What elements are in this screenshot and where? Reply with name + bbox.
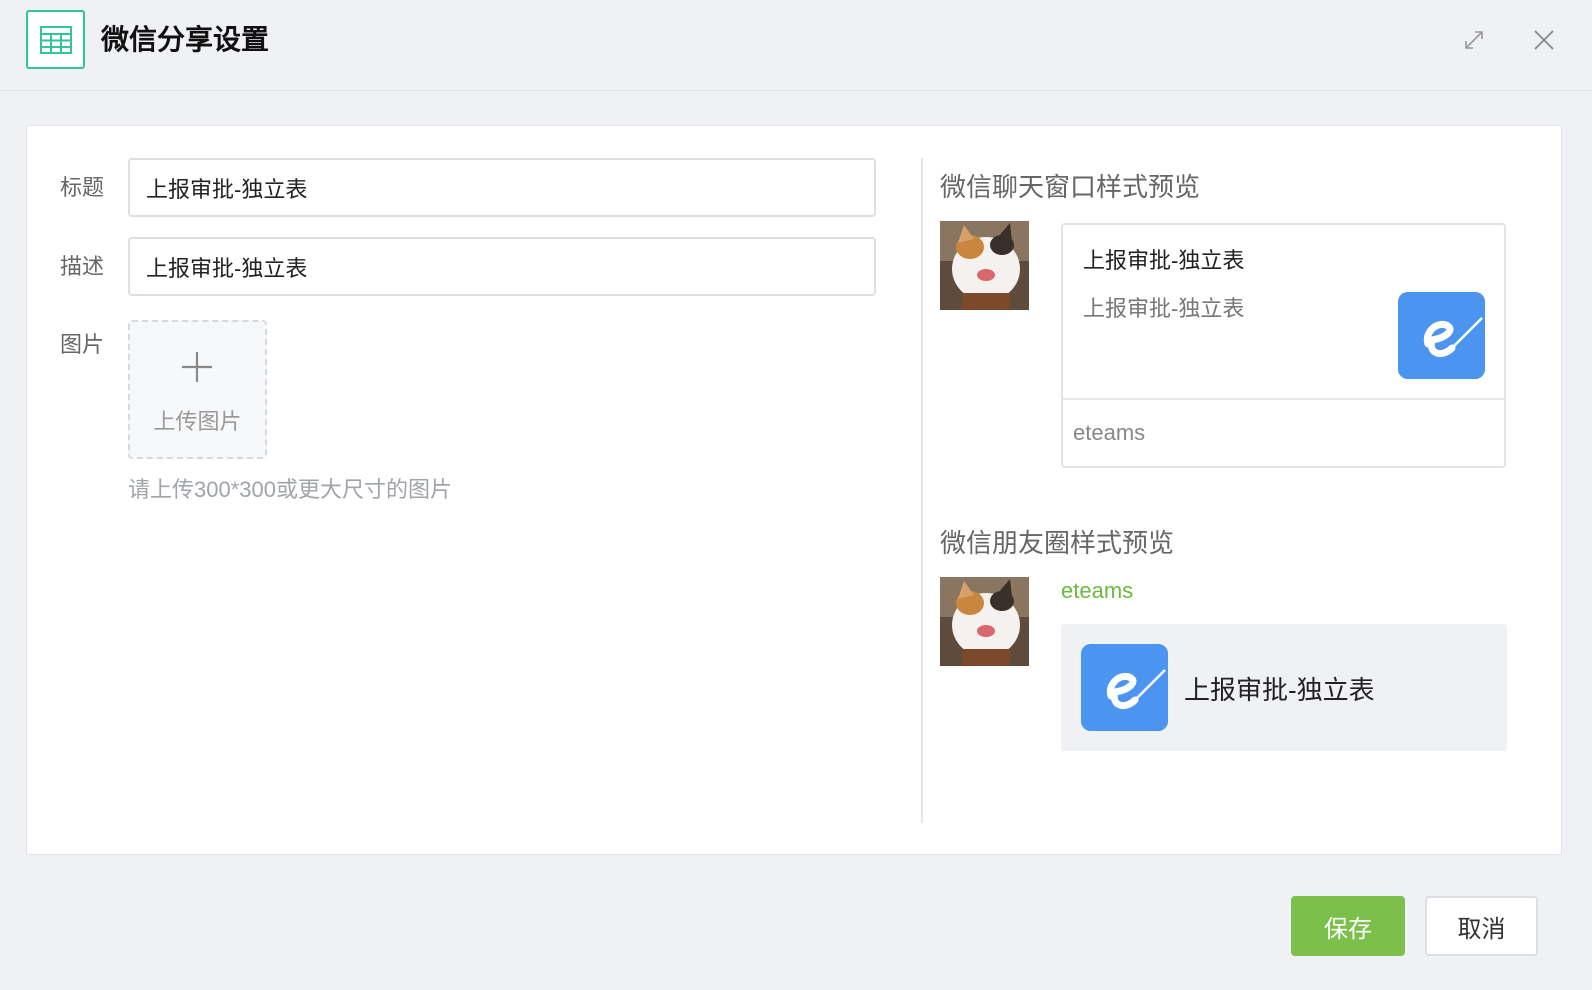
image-label: 图片 [60,332,105,357]
desc-label: 描述 [60,254,105,279]
chat-preview-card-desc: 上报审批-独立表 [1083,296,1245,321]
eteams-logo-icon [1398,292,1485,379]
expand-icon[interactable] [1458,24,1490,56]
avatar [940,221,1029,310]
table-icon [26,10,85,69]
moments-preview-card-title: 上报审批-独立表 [1184,675,1375,705]
upload-image-button[interactable]: 上传图片 [128,320,267,459]
divider [921,158,923,823]
desc-input[interactable] [128,237,876,296]
chat-preview-title: 微信聊天窗口样式预览 [940,172,1201,202]
cancel-button[interactable]: 取消 [1425,896,1538,956]
upload-label: 上传图片 [153,409,242,434]
chat-preview-card-title: 上报审批-独立表 [1083,248,1245,273]
avatar [940,577,1029,666]
share-settings-panel: 标题 描述 图片 上传图片 请上传300*300或更大尺寸的图片 微信聊天窗口样… [26,125,1562,855]
moments-preview-card: 上报审批-独立表 [1061,624,1507,751]
moments-preview-title: 微信朋友圈样式预览 [940,528,1175,558]
close-icon[interactable] [1528,24,1560,56]
save-button[interactable]: 保存 [1291,896,1405,956]
eteams-logo-icon [1081,644,1168,731]
dialog-header: 微信分享设置 [0,0,1592,91]
dialog-title: 微信分享设置 [101,24,270,55]
title-label: 标题 [60,175,105,200]
upload-hint: 请上传300*300或更大尺寸的图片 [128,477,452,502]
chat-preview-source: eteams [1063,398,1504,466]
title-input[interactable] [128,158,876,217]
chat-preview-card: 上报审批-独立表 上报审批-独立表 eteams [1061,223,1506,468]
plus-icon [182,352,212,382]
moments-user-name: eteams [1061,578,1134,603]
